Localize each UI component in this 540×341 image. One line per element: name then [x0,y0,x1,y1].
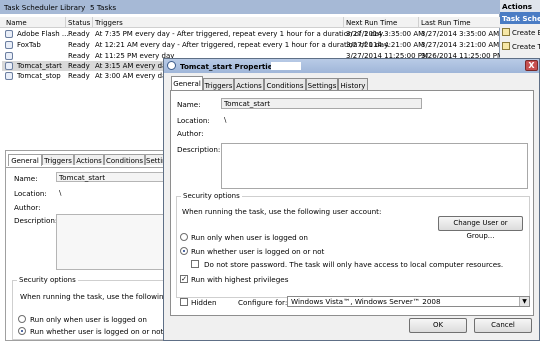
dialog-title: Tomcat_start Properties [180,62,277,71]
account-text: When running the task, use the following… [20,292,187,301]
radio-whether-logged-on-label: Run whether user is logged on or not [191,247,325,256]
name-label: Name: [14,174,38,183]
location-value: \ [59,188,62,197]
close-button[interactable]: X [525,60,538,71]
library-title: Task Scheduler Library [4,3,86,12]
column-next-run[interactable]: Next Run Time [346,19,397,27]
tab-actions[interactable]: Actions [74,154,104,165]
title-redacted [271,62,301,70]
name-label: Name: [177,100,201,109]
location-value: \ [224,115,227,124]
task-icon [5,41,13,49]
actions-section-header[interactable]: Task Scheduler [500,12,540,24]
properties-dialog: Tomcat_start Properties X General Trigge… [163,58,540,341]
account-redacted [18,304,66,314]
cancel-button[interactable]: Cancel [474,318,532,333]
ok-button[interactable]: OK [409,318,467,333]
description-field[interactable] [221,143,528,189]
task-icon [502,28,510,36]
author-redacted [58,201,106,211]
account-redacted [181,219,231,229]
dialog-title-bar[interactable]: Tomcat_start Properties [164,59,539,73]
no-store-password-label: Do not store password. The task will onl… [204,260,504,269]
radio-whether-logged-on[interactable] [18,327,26,335]
radio-logged-on-label: Run only when user is logged on [191,233,308,242]
location-label: Location: [177,116,210,125]
account-text: When running the task, use the following… [182,207,382,216]
description-label: Description: [177,145,221,154]
column-triggers[interactable]: Triggers [95,19,123,27]
task-list-header: Name Status Triggers Next Run Time Last … [0,17,500,28]
security-options-legend: Security options [183,192,240,200]
column-status[interactable]: Status [68,19,90,27]
tab-conditions[interactable]: Conditions [104,154,145,165]
hidden-label: Hidden [191,298,217,307]
configure-for-select[interactable]: Windows Vista™, Windows Server™ 2008 ▼ [287,296,530,307]
name-value: Tomcat_start [59,173,106,182]
column-last-run[interactable]: Last Run Time [421,19,471,27]
name-value: Tomcat_start [224,99,271,108]
security-options-legend: Security options [19,276,76,284]
configure-for-label: Configure for: [238,298,288,307]
task-icon [5,30,13,38]
change-user-button[interactable]: Change User or Group... [438,216,523,240]
radio-logged-on-label: Run only when user is logged on [30,315,147,324]
location-label: Location: [14,189,47,198]
tab-general[interactable]: General [171,76,203,91]
actions-title: Actions [500,0,540,12]
no-store-password-checkbox[interactable] [191,260,199,268]
radio-whether-logged-on-label: Run whether user is logged on or not [30,327,164,336]
description-field [56,214,164,270]
task-count: 5 Tasks [90,3,117,12]
radio-logged-on[interactable] [180,233,188,241]
tab-triggers[interactable]: Triggers [42,154,74,165]
author-label: Author: [14,203,41,212]
author-redacted [221,127,271,137]
action-create-task[interactable]: Create T [502,42,540,52]
radio-whether-logged-on[interactable] [180,247,188,255]
task-icon [5,52,13,60]
tab-general[interactable]: General [8,154,42,166]
column-name[interactable]: Name [6,19,27,27]
task-icon [5,62,13,70]
author-label: Author: [177,129,204,138]
action-create-basic-task[interactable]: Create B [502,28,540,38]
library-header: Task Scheduler Library 5 Tasks [0,0,500,14]
chevron-down-icon[interactable]: ▼ [519,297,529,306]
general-tab-panel: Name: Tomcat_start Location: \ Author: D… [170,90,534,316]
clock-icon [167,61,176,70]
description-label: Description: [14,216,58,225]
task-icon [502,42,510,50]
configure-for-value: Windows Vista™, Windows Server™ 2008 [291,297,441,306]
radio-logged-on[interactable] [18,315,26,323]
highest-privileges-label: Run with highest privileges [191,275,289,284]
task-row[interactable]: FoxTab Ready At 12:21 AM every day - Aft… [2,40,499,50]
highest-privileges-checkbox[interactable]: ✓ [180,275,188,283]
task-icon [5,72,13,80]
hidden-checkbox[interactable] [180,298,188,306]
task-row[interactable]: Adobe Flash ... Ready At 7:35 PM every d… [2,29,499,39]
